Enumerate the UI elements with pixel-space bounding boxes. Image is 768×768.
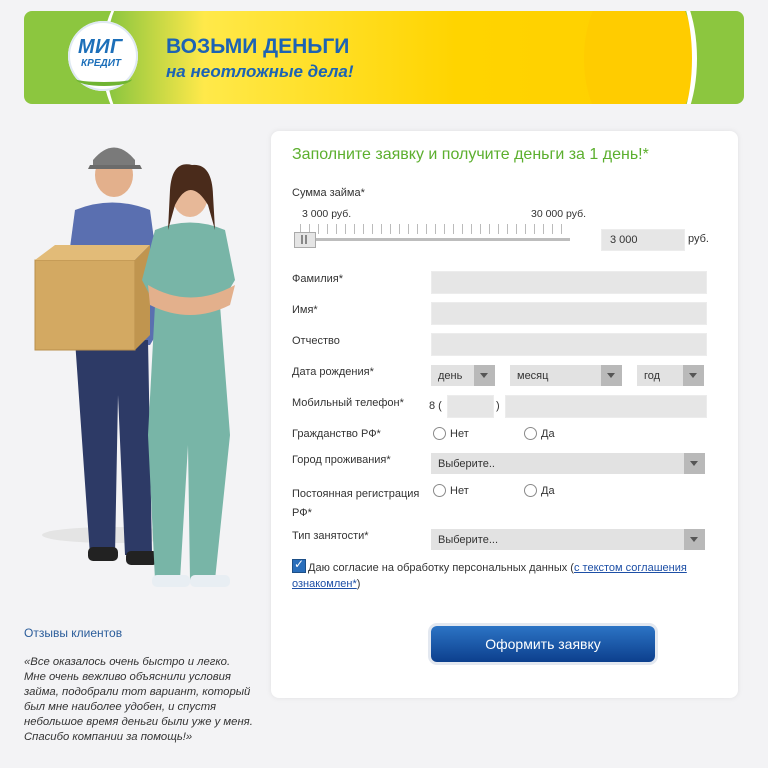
phone-code-input[interactable] xyxy=(447,395,494,418)
employment-value: Выберите... xyxy=(438,534,499,546)
logo-text-bottom: КРЕДИТ xyxy=(81,58,122,69)
citizenship-no-radio[interactable] xyxy=(433,427,446,440)
consent-text: Даю согласие на обработку персональных д… xyxy=(292,560,712,592)
patronymic-input[interactable] xyxy=(431,333,707,356)
phone-prefix: 8 ( xyxy=(429,400,442,412)
patronymic-label: Отчество xyxy=(292,335,340,347)
header-banner: МИГ КРЕДИТ ВОЗЬМИ ДЕНЬГИ на неотложные д… xyxy=(24,11,744,104)
city-value: Выберите.. xyxy=(438,458,495,470)
birthdate-label: Дата рождения* xyxy=(292,366,374,378)
logo-swoosh-icon xyxy=(76,72,132,86)
amount-label: Сумма займа* xyxy=(292,187,365,199)
birth-year-select[interactable]: год xyxy=(637,365,704,386)
citizenship-label: Гражданство РФ* xyxy=(292,428,381,440)
phone-label: Мобильный телефон* xyxy=(292,397,404,409)
amount-value: 3 000 xyxy=(610,234,638,246)
chevron-down-icon xyxy=(683,365,704,386)
chevron-down-icon xyxy=(601,365,622,386)
consent-label-end: ) xyxy=(356,578,361,590)
citizenship-yes-label[interactable]: Да xyxy=(541,428,555,440)
phone-number-input[interactable] xyxy=(505,395,707,418)
form-title: Заполните заявку и получите деньги за 1 … xyxy=(292,146,649,163)
registration-yes-radio[interactable] xyxy=(524,484,537,497)
logo-text-top: МИГ xyxy=(78,36,123,58)
name-input[interactable] xyxy=(431,302,707,325)
chevron-down-icon xyxy=(474,365,495,386)
review-text: «Все оказалось очень быстро и легко. Мне… xyxy=(24,656,253,743)
submit-application-button[interactable]: Оформить заявку xyxy=(431,626,655,662)
surname-input[interactable] xyxy=(431,271,707,294)
registration-label: Постоянная регистрация РФ* xyxy=(292,488,420,519)
city-select[interactable]: Выберите.. xyxy=(431,453,705,474)
birth-year-value: год xyxy=(644,370,661,382)
citizenship-no-label[interactable]: Нет xyxy=(450,428,469,440)
phone-close-paren: ) xyxy=(496,400,500,412)
people-illustration xyxy=(34,147,235,587)
birth-day-select[interactable]: день xyxy=(431,365,495,386)
amount-unit: руб. xyxy=(688,233,709,245)
birth-month-select[interactable]: месяц xyxy=(510,365,622,386)
registration-no-label[interactable]: Нет xyxy=(450,485,469,497)
registration-yes-label[interactable]: Да xyxy=(541,485,555,497)
slider-ticks xyxy=(300,224,566,234)
banner-subtitle: на неотложные дела! xyxy=(166,62,354,81)
surname-label: Фамилия* xyxy=(292,273,343,285)
banner-title: ВОЗЬМИ ДЕНЬГИ xyxy=(166,35,350,58)
registration-no-radio[interactable] xyxy=(433,484,446,497)
city-label: Город проживания* xyxy=(292,454,391,466)
chevron-down-icon xyxy=(684,453,705,474)
reviews-title[interactable]: Отзывы клиентов xyxy=(24,626,122,640)
slider-min-label: 3 000 руб. xyxy=(302,208,352,220)
amount-input[interactable]: 3 000 xyxy=(601,229,685,251)
employment-label: Тип занятости* xyxy=(292,530,369,542)
amount-slider-handle[interactable] xyxy=(294,232,316,248)
birth-day-value: день xyxy=(438,370,463,382)
consent-label: Даю согласие на обработку персональных д… xyxy=(308,562,574,574)
amount-slider[interactable] xyxy=(294,238,570,241)
birth-month-value: месяц xyxy=(517,370,549,382)
chevron-down-icon xyxy=(684,529,705,550)
company-logo[interactable]: МИГ КРЕДИТ xyxy=(68,21,138,91)
citizenship-yes-radio[interactable] xyxy=(524,427,537,440)
name-label: Имя* xyxy=(292,304,318,316)
slider-max-label: 30 000 руб. xyxy=(531,208,587,220)
employment-select[interactable]: Выберите... xyxy=(431,529,705,550)
